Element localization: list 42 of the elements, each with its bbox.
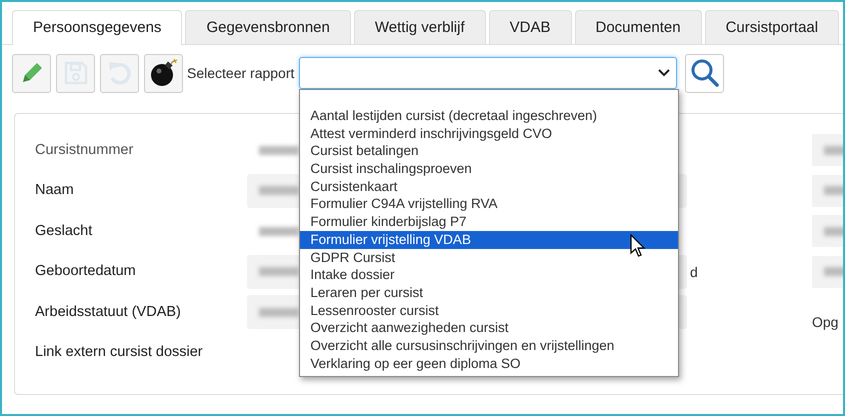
redacted-value: [259, 146, 299, 155]
dropdown-option[interactable]: Formulier kinderbijslag P7: [300, 213, 678, 231]
redacted-value: [259, 226, 299, 236]
redacted-value: [259, 267, 299, 276]
dropdown-option[interactable]: Cursist betalingen: [300, 142, 678, 160]
dropdown-option[interactable]: GDPR Cursist: [300, 248, 678, 266]
pencil-button[interactable]: [12, 54, 51, 92]
dropdown-option[interactable]: Overzicht alle cursusinschrijvingen en vrijstellingen: [300, 336, 678, 355]
tab[interactable]: Wettig verblijf: [354, 10, 486, 44]
field-label: Link extern cursist dossier: [35, 343, 203, 362]
field-label: Cursistnummer: [35, 140, 134, 160]
field-label: Arbeidsstatuut (VDAB): [35, 302, 181, 322]
tab[interactable]: Persoonsgegevens: [12, 10, 182, 45]
search-icon: [690, 58, 720, 88]
bomb-icon: [148, 58, 178, 88]
chevron-down-icon: [658, 69, 670, 77]
dropdown-option[interactable]: Verklaring op eer geen diploma SO: [300, 354, 678, 372]
field-label: d: [690, 264, 698, 280]
dropdown-option[interactable]: Attest verminderd inschrijvingsgeld CVO: [300, 124, 678, 142]
redacted-value: [259, 308, 299, 317]
dropdown-option[interactable]: Overzicht aanwezigheden cursist: [300, 319, 678, 337]
redacted-value: [259, 186, 299, 196]
dropdown-option[interactable]: Cursistenkaart: [300, 178, 678, 196]
tab[interactable]: VDAB: [488, 10, 572, 44]
field-label: Opg: [812, 314, 838, 330]
dropdown-option[interactable]: Leraren per cursist: [300, 284, 678, 302]
tab[interactable]: Documenten: [574, 10, 702, 44]
bomb-button[interactable]: [144, 54, 183, 92]
mouse-cursor-icon: [630, 234, 646, 258]
field-label: Naam: [35, 181, 74, 200]
report-dropdown[interactable]: [299, 57, 678, 89]
dropdown-option[interactable]: Intake dossier: [300, 266, 678, 284]
dropdown-option[interactable]: Aantal lestijden cursist (decretaal ingeschreven): [300, 107, 678, 125]
dropdown-option[interactable]: Formulier C94A vrijstelling RVA: [300, 195, 678, 214]
field-label: Geslacht: [35, 222, 92, 241]
tab[interactable]: Gegevensbronnen: [185, 10, 351, 44]
dropdown-option[interactable]: Cursist inschalingsproeven: [300, 160, 678, 178]
field-label: Selecteer rapport: [187, 65, 294, 81]
field-label: Geboortedatum: [35, 262, 136, 282]
search-button[interactable]: [685, 54, 724, 92]
tab[interactable]: Cursistportaal: [704, 10, 840, 44]
dropdown-option[interactable]: Lessenrooster cursist: [300, 302, 678, 320]
